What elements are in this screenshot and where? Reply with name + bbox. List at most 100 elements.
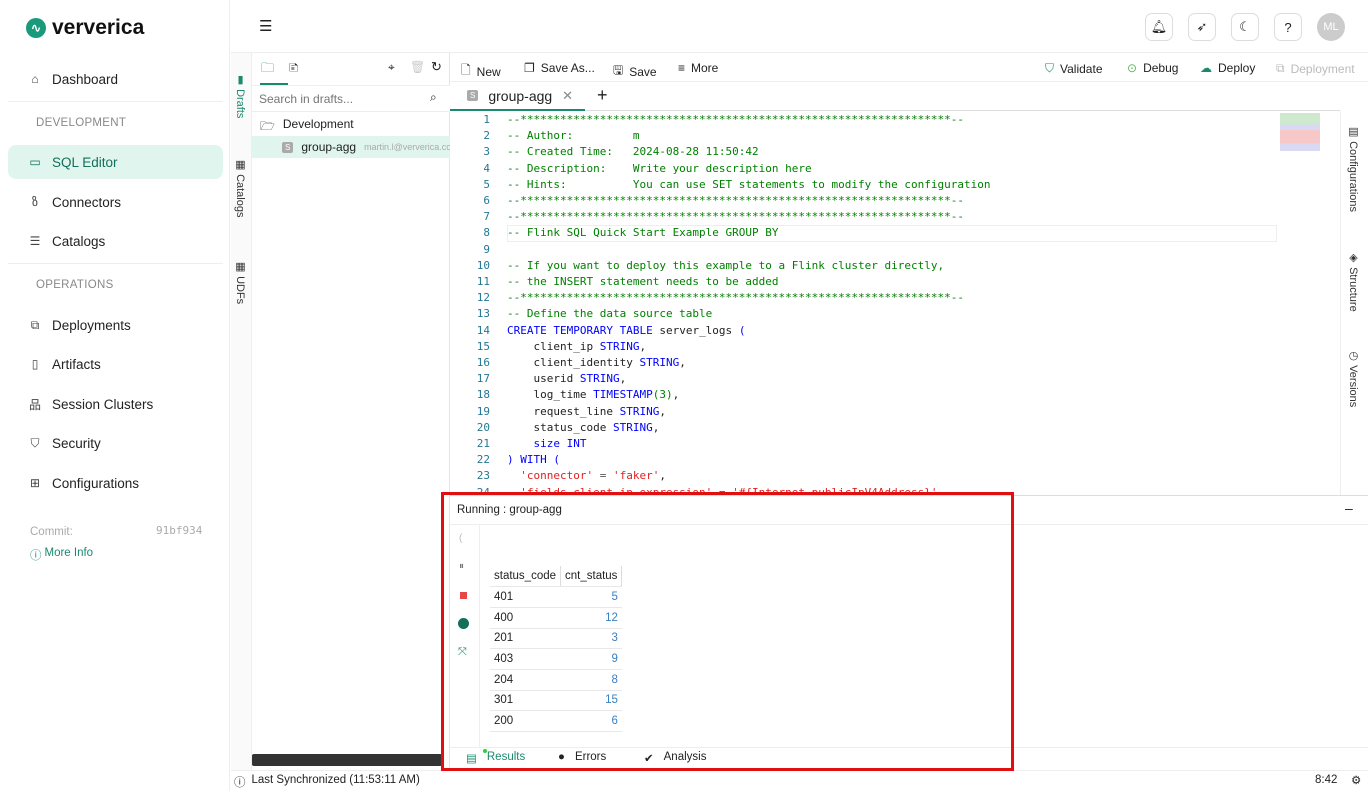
code-token: -- the INSERT statement needs to be adde… (507, 275, 779, 288)
delete-icon[interactable]: 🗑︎ (410, 60, 425, 74)
right-rail: ▤ Configurations ◈ Structure ◷ Versions (1340, 111, 1368, 495)
nav-deployments[interactable]: ⧉ Deployments (8, 308, 223, 342)
cursor-position: 8:42 (1315, 774, 1338, 786)
more-button[interactable]: ≡ More (678, 61, 718, 75)
code-token: log_time (507, 388, 594, 402)
nav-catalogs[interactable]: ☰ Catalogs (8, 224, 223, 258)
left-rail: ▮ Drafts ▦ Catalogs ▦ UDFs (231, 53, 252, 770)
help-icon[interactable]: ? (1274, 13, 1302, 41)
add-tab-icon[interactable]: + (597, 85, 608, 106)
draft-file-group-agg[interactable]: S group-agg martin.l@ververica.com (252, 136, 450, 158)
tab-udfs[interactable]: ▦ UDFs (234, 260, 247, 304)
nav-configurations[interactable]: ⊞ Configurations (8, 466, 223, 500)
tab-configurations[interactable]: ▤ Configurations (1347, 125, 1360, 212)
divider (450, 747, 1368, 748)
code-token: , (652, 420, 660, 434)
line-number: 3 (483, 145, 490, 159)
code-token: '#{Internet.publicIpV4Address}' (732, 485, 938, 495)
tab-versions[interactable]: ◷ Versions (1347, 349, 1360, 407)
avatar[interactable]: ML (1317, 13, 1345, 41)
line-number: 8 (483, 226, 490, 240)
more-info-link[interactable]: ⓘ More Info (30, 547, 93, 563)
code-line: status_code STRING, (507, 421, 659, 434)
commit-hash: 91bf934 (156, 524, 203, 537)
code-line: -- Flink SQL Quick Start Example GROUP B… (507, 226, 779, 239)
code-token: 'connector' (507, 469, 594, 483)
minimap[interactable] (1280, 113, 1320, 151)
commit-label: Commit: (30, 526, 73, 538)
drafts-search-input[interactable] (252, 85, 450, 112)
code-token: status_code (507, 420, 613, 434)
close-tab-icon[interactable]: ✕ (562, 88, 573, 104)
deployment-button[interactable]: ⧉ Deployment (1276, 61, 1355, 76)
code-token: userid (507, 372, 580, 386)
pause-icon[interactable]: ⏸︎ (459, 561, 464, 572)
line-number: 16 (476, 356, 490, 369)
notifications-bell-icon[interactable]: 🔔︎ (1145, 13, 1173, 41)
code-token: size INT (507, 437, 587, 450)
column-header[interactable]: cnt_status (560, 566, 623, 588)
line-number: 9 (483, 242, 490, 256)
menu-collapse-icon[interactable]: ☰ (259, 17, 272, 35)
deploy-button[interactable]: ☁ Deploy (1200, 61, 1255, 75)
code-line: -- Define the data source table (507, 307, 712, 320)
gauge-icon[interactable] (458, 618, 469, 629)
fullscreen-icon[interactable]: ⤧ (458, 646, 467, 659)
dark-mode-moon-icon[interactable]: ☾ (1231, 13, 1259, 41)
code-token: -- Flink SQL Quick Start Example GROUP B… (507, 226, 779, 240)
code-line: -- Description: Write your description h… (507, 162, 812, 175)
stop-icon[interactable] (460, 592, 467, 599)
status-bar: ⓘ Last Synchronized (11:53:11 AM) 8:42 ⚙ (231, 770, 1368, 791)
save-button[interactable]: 🖫 Save (613, 61, 657, 82)
code-line: 'fields.client_ip.expression' = '#{Inter… (507, 485, 938, 495)
refresh-icon[interactable]: ↻ (431, 59, 442, 75)
line-number: 20 (476, 420, 490, 434)
copy-icon: ❐ (524, 61, 535, 75)
code-token: 'fields.client_ip.expression' (507, 485, 713, 495)
new-button[interactable]: 🗋 New (461, 61, 501, 82)
code-token: server_logs (659, 323, 739, 337)
search-files-icon[interactable]: 🗈 (289, 59, 299, 81)
tab-results[interactable]: ▤ Results (466, 751, 525, 765)
save-as-button[interactable]: ❐ Save As... (524, 61, 595, 75)
logo[interactable]: ∿ ververica (26, 16, 144, 40)
debug-button[interactable]: ⊙ Debug (1127, 61, 1178, 75)
table-row: 200 6 (490, 710, 622, 732)
check-circle-icon: ✔ (644, 753, 654, 765)
rocket-icon[interactable]: ➶ (1188, 13, 1216, 41)
cnt-status-cell: 15 (560, 690, 622, 712)
nav-session-clusters[interactable]: 品 Session Clusters (8, 387, 223, 421)
tab-drafts[interactable]: ▮ Drafts (234, 73, 247, 118)
minimize-icon[interactable]: – (1345, 500, 1353, 516)
tab-group-agg[interactable]: S group-agg ✕ (450, 82, 585, 111)
tab-structure[interactable]: ◈ Structure (1347, 251, 1360, 312)
folder-development[interactable]: 🗁 Development (260, 117, 354, 138)
folder-view-icon[interactable]: 🗀 (260, 59, 288, 85)
code-line: size INT (507, 437, 586, 450)
running-title: Running : group-agg (457, 504, 562, 516)
cnt-status-cell: 8 (560, 669, 622, 691)
nav-connectors[interactable]: ზ Connectors (8, 185, 223, 219)
settings-gear-icon[interactable]: ⚙ (1351, 773, 1361, 787)
horizontal-scrollbar[interactable] (252, 754, 442, 766)
line-number: 5 (483, 177, 490, 191)
code-editor[interactable]: 1 --*************************************… (450, 111, 1340, 495)
code-line: client_identity STRING, (507, 356, 685, 369)
nav-sql-editor[interactable]: ▭ SQL Editor (8, 145, 223, 179)
line-number: 21 (476, 437, 490, 450)
home-icon: ⌂ (31, 72, 39, 86)
tab-catalogs[interactable]: ▦ Catalogs (234, 158, 247, 217)
spinner-icon: ( (459, 533, 463, 544)
validate-button[interactable]: ⛉ Validate (1045, 61, 1103, 76)
code-token: -- Created Time: 2024-08-28 11:50:42 (507, 145, 759, 159)
locate-icon[interactable]: ⌖ (388, 60, 395, 75)
tab-errors[interactable]: ● Errors (558, 751, 606, 763)
code-token: STRING (619, 404, 660, 418)
nav-artifacts[interactable]: ▯ Artifacts (8, 347, 223, 381)
code-token: , (639, 339, 647, 353)
tab-analysis[interactable]: ✔ Analysis (644, 751, 706, 765)
nav-dashboard[interactable]: ⌂ Dashboard (8, 62, 223, 96)
code-token: -- Define the data source table (507, 307, 713, 321)
nav-security[interactable]: ⛉ Security (8, 426, 223, 460)
column-header[interactable]: status_code (490, 566, 562, 588)
